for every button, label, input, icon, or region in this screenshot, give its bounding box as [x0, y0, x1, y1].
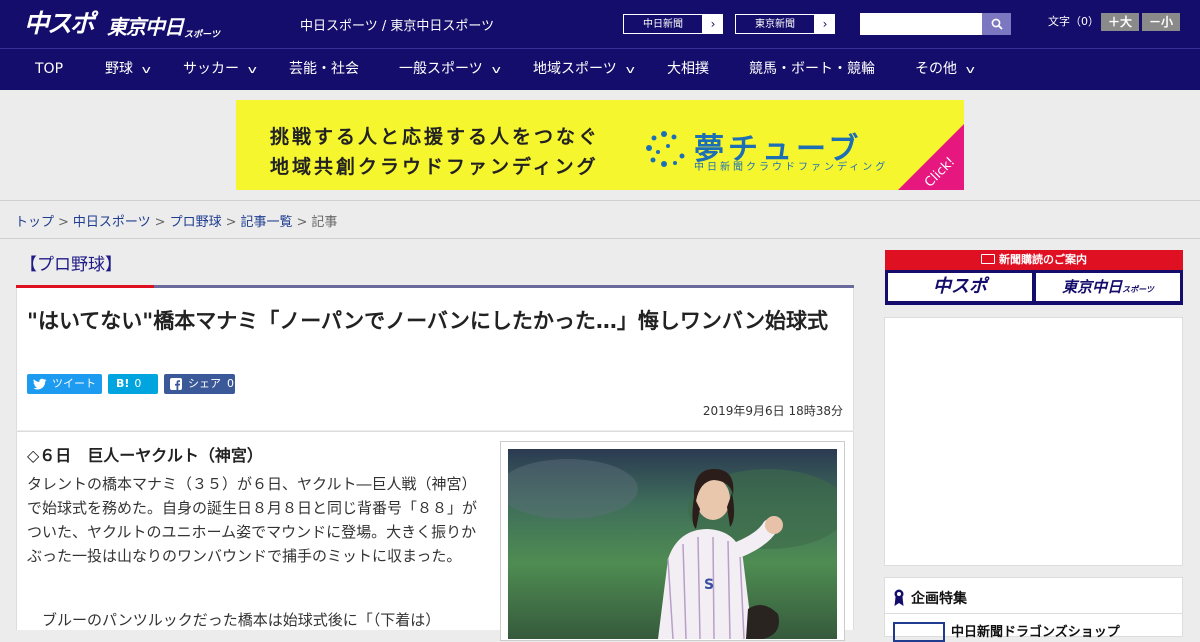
breadcrumb-pro-baseball[interactable]: プロ野球	[170, 215, 222, 230]
subscribe-tokyo-sports-suffix: スポーツ	[1122, 285, 1154, 294]
featured-item-dragons-shop[interactable]: 中日新聞ドラゴンズショップ	[951, 621, 1120, 640]
breadcrumb: トップ > 中日スポーツ > プロ野球 > 記事一覧 > 記事	[15, 211, 337, 230]
facebook-share-count: 0	[227, 377, 234, 390]
game-info-heading: ◇６日 巨人ーヤクルト（神宮）	[27, 446, 263, 465]
article-body: ◇６日 巨人ーヤクルト（神宮） タレントの橋本マナミ（３５）が６日、ヤクルト―巨…	[16, 431, 854, 641]
breadcrumb-article-list[interactable]: 記事一覧	[241, 215, 293, 230]
breadcrumb-separator: >	[225, 215, 237, 230]
font-size-label: 文字（0）	[1048, 15, 1099, 28]
hatena-bookmark-button[interactable]: B! 0	[108, 374, 158, 394]
nav-item-top[interactable]: TOP	[35, 49, 63, 91]
chevron-down-icon: v	[141, 63, 151, 76]
nav-item-soccer[interactable]: サッカー v	[183, 49, 257, 91]
subscribe-tokyo-chunichi-button[interactable]: 東京中日スポーツ	[1036, 273, 1180, 301]
nav-item-racing[interactable]: 競馬・ボート・競輪	[749, 49, 875, 91]
chunichi-shinbun-label: 中日新聞	[623, 14, 703, 34]
chevron-down-icon: v	[625, 63, 635, 76]
tweet-button[interactable]: ツイート	[27, 374, 102, 394]
site-logo[interactable]: 中スポ 東京中日 スポーツ	[24, 8, 220, 40]
banner-line-2: 地域共創クラウドファンディング	[270, 156, 599, 178]
chevron-right-icon: ›	[710, 17, 716, 31]
breadcrumb-separator: >	[296, 215, 308, 230]
tokyo-shinbun-link[interactable]: 東京新聞 ›	[734, 13, 836, 35]
breadcrumb-top[interactable]: トップ	[15, 215, 54, 230]
nav-item-label: 地域スポーツ	[533, 61, 617, 77]
hatena-count: 0	[134, 377, 142, 390]
yume-tube-subtitle: 中日新聞クラウドファンディング	[694, 162, 889, 173]
subscribe-chunichi-sports-button[interactable]: 中スポ	[888, 273, 1032, 301]
top-header: 中スポ 東京中日 スポーツ 中日スポーツ / 東京中日スポーツ 中日新聞 › 東…	[0, 0, 1200, 48]
facebook-share-label: シェア	[188, 377, 221, 390]
nav-item-baseball[interactable]: 野球 v	[105, 49, 151, 91]
nav-item-label: TOP	[35, 61, 64, 77]
logo-sports-suffix: スポーツ	[184, 30, 220, 40]
divider	[885, 613, 1182, 614]
article-category: 【プロ野球】	[20, 255, 122, 275]
article-paragraph: タレントの橋本マナミ（３５）が６日、ヤクルト―巨人戦（神宮）で始球式を務めた。自…	[27, 475, 478, 565]
subscription-header-label: 新聞購読のご案内	[999, 253, 1087, 266]
facebook-icon	[170, 378, 182, 390]
chunichi-sports-logo: 中スポ	[24, 9, 95, 38]
nav-item-label: サッカー	[183, 61, 239, 77]
subscribe-tokyo-chunichi-label: 東京中日	[1062, 278, 1123, 296]
search-button[interactable]	[982, 13, 1011, 35]
nav-item-general-sports[interactable]: 一般スポーツ v	[399, 49, 501, 91]
banner-line-1: 挑戦する人と応援する人をつなぐ	[270, 126, 601, 148]
svg-text:S: S	[704, 577, 714, 593]
nav-item-label: 野球	[105, 61, 133, 77]
chunichi-shinbun-link[interactable]: 中日新聞 ›	[622, 13, 724, 35]
breadcrumb-chunichi-sports[interactable]: 中日スポーツ	[73, 215, 151, 230]
tokyo-shinbun-label: 東京新聞	[735, 14, 815, 34]
chevron-down-icon: v	[965, 63, 975, 76]
tweet-label: ツイート	[52, 377, 96, 390]
tokyo-chunichi-logo: 東京中日	[107, 15, 184, 39]
main-nav: TOP 野球 v サッカー v 芸能・社会 一般スポーツ v 地域スポーツ v 大相撲 …	[0, 48, 1200, 90]
article-photo-frame[interactable]: S	[500, 441, 845, 641]
nav-item-label: 芸能・社会	[289, 61, 359, 77]
subscription-header: 新聞購読のご案内	[885, 250, 1183, 270]
first-pitch-photo-illustration: S	[508, 459, 837, 639]
nav-item-other[interactable]: その他 v	[915, 49, 975, 91]
font-size-decrease-button[interactable]: －小	[1142, 13, 1180, 31]
article-photo: S	[508, 449, 837, 639]
nav-item-sumo[interactable]: 大相撲	[667, 49, 709, 91]
article-date: 2019年9月6日 18時38分	[702, 404, 843, 418]
hatena-bookmark-icon: B!	[116, 377, 130, 390]
nav-item-local-sports[interactable]: 地域スポーツ v	[533, 49, 635, 91]
twitter-bird-icon	[33, 378, 47, 390]
breadcrumb-separator: >	[154, 215, 166, 230]
chevron-right-icon: ›	[822, 17, 828, 31]
nav-item-label: 競馬・ボート・競輪	[749, 61, 875, 77]
search-icon	[991, 18, 1003, 30]
subscription-links: 中スポ 東京中日スポーツ	[885, 270, 1183, 305]
featured-section: 企画特集 中日新聞ドラゴンズショップ	[884, 577, 1183, 642]
search-input[interactable]	[860, 13, 982, 35]
breadcrumb-separator: >	[58, 215, 69, 230]
dots-logo-icon	[646, 131, 685, 167]
facebook-share-button[interactable]: シェア 0	[164, 374, 235, 394]
article-paragraph: ブルーのパンツルックだった橋本は始球式後に「（下着は）	[42, 611, 441, 629]
featured-section-heading: 企画特集	[893, 588, 967, 608]
article-header: "はいてない"橋本マナミ「ノーパンでノーバンにしたかった…」悔しワンバン始球式 …	[16, 288, 854, 430]
crowdfunding-banner[interactable]: 挑戦する人と応援する人をつなぐ 地域共創クラウドファンディング 夢チューブ 中日…	[236, 100, 964, 190]
nav-item-label: 一般スポーツ	[399, 61, 483, 77]
font-size-increase-button[interactable]: ＋大	[1101, 13, 1139, 31]
breadcrumb-current: 記事	[311, 215, 338, 230]
nav-item-entertainment[interactable]: 芸能・社会	[289, 49, 359, 91]
featured-section-label: 企画特集	[911, 591, 967, 607]
newspaper-icon	[981, 254, 995, 264]
chevron-down-icon: v	[247, 63, 257, 76]
article-title: "はいてない"橋本マナミ「ノーパンでノーバンにしたかった…」悔しワンバン始球式	[27, 309, 828, 333]
site-name-text: 中日スポーツ / 東京中日スポーツ	[300, 19, 495, 34]
chevron-down-icon: v	[491, 63, 501, 76]
breadcrumb-bar: トップ > 中日スポーツ > プロ野球 > 記事一覧 > 記事	[0, 200, 1200, 239]
nav-item-label: その他	[915, 61, 957, 77]
ribbon-icon	[894, 589, 904, 606]
sidebar-ad-slot	[884, 317, 1183, 566]
dragons-shop-thumbnail[interactable]	[893, 622, 945, 642]
nav-item-label: 大相撲	[667, 61, 709, 77]
